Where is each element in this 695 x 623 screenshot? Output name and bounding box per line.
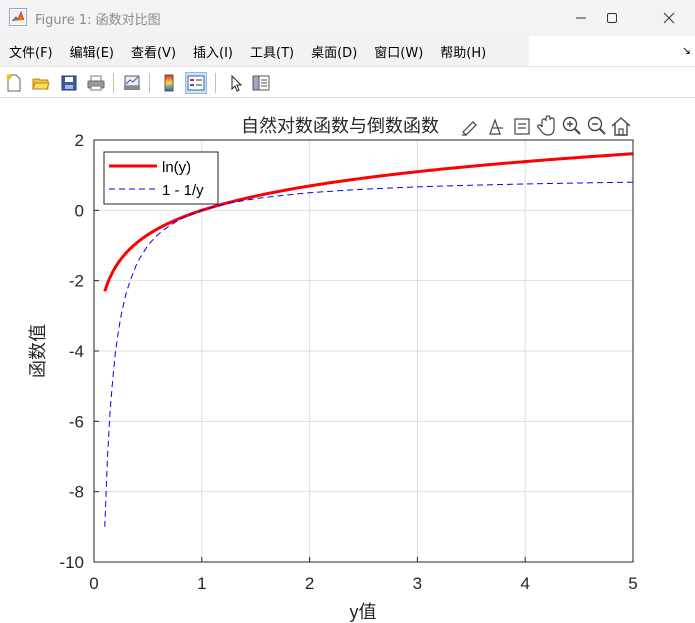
y-tick-label: -8 bbox=[69, 483, 84, 502]
y-axis-label: 函数值 bbox=[28, 324, 48, 378]
brush-icon[interactable] bbox=[462, 121, 477, 136]
axes-toolbar bbox=[462, 115, 631, 136]
x-tick-label: 0 bbox=[89, 574, 98, 593]
rotate-icon[interactable] bbox=[514, 118, 530, 135]
chart-title: 自然对数函数与倒数函数 bbox=[241, 116, 439, 137]
y-tick-label: -10 bbox=[59, 553, 84, 572]
legend-label-ln: ln(y) bbox=[162, 159, 191, 176]
x-tick-label: 1 bbox=[197, 574, 206, 593]
zoom-in-icon[interactable] bbox=[562, 116, 581, 135]
y-tick-label: 2 bbox=[75, 131, 84, 150]
x-tick-label: 3 bbox=[413, 574, 422, 593]
zoom-out-icon[interactable] bbox=[587, 116, 606, 135]
x-tick-label: 5 bbox=[628, 574, 637, 593]
x-axis-label: y值 bbox=[350, 602, 377, 622]
data-tips-icon[interactable] bbox=[489, 118, 503, 135]
legend[interactable]: ln(y) 1 - 1/y bbox=[103, 151, 219, 205]
y-tick-label: -4 bbox=[69, 342, 84, 361]
legend-label-inv: 1 - 1/y bbox=[162, 182, 204, 199]
home-icon[interactable] bbox=[611, 117, 631, 136]
x-tick-label: 4 bbox=[520, 574, 529, 593]
pan-icon[interactable] bbox=[537, 115, 555, 136]
x-tick-label: 2 bbox=[305, 574, 314, 593]
y-tick-label: -6 bbox=[69, 412, 84, 431]
figure-canvas: 0 1 2 3 4 5 -10 -8 -6 -4 -2 0 2 自然对数函数与倒数函数 y值 函数值 l… bbox=[28, 115, 638, 622]
y-tick-label: 0 bbox=[75, 201, 84, 220]
y-tick-label: -2 bbox=[69, 272, 84, 291]
